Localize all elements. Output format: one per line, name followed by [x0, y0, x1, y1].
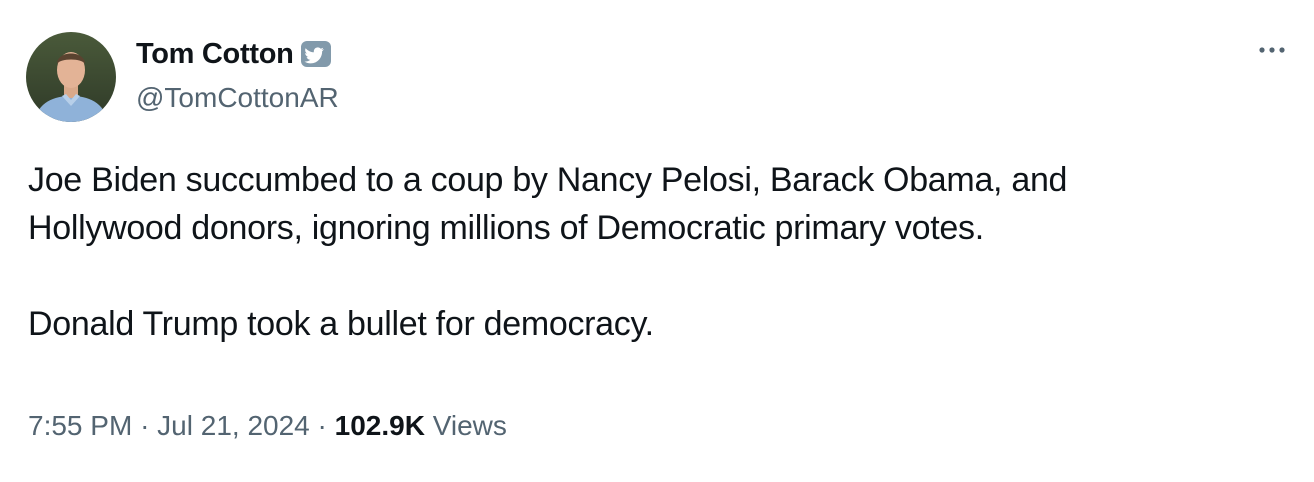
tweet-card: Tom Cotton @TomCottonAR Joe Biden succum… — [0, 0, 1314, 482]
tweet-date[interactable]: Jul 21, 2024 — [157, 410, 310, 441]
views-label[interactable]: Views — [433, 410, 507, 441]
tweet-paragraph-2: Donald Trump took a bullet for democracy… — [28, 305, 654, 343]
author-name-row: Tom Cotton — [136, 36, 332, 72]
tweet-meta: 7:55 PM · Jul 21, 2024 · 102.9K Views — [28, 406, 507, 446]
more-options-icon[interactable] — [1254, 36, 1290, 64]
meta-separator: · — [317, 410, 327, 441]
display-name[interactable]: Tom Cotton — [136, 36, 294, 72]
government-badge-icon[interactable] — [300, 39, 332, 69]
tweet-paragraph-1: Joe Biden succumbed to a coup by Nancy P… — [28, 161, 1068, 247]
avatar-image — [26, 32, 116, 122]
author-handle[interactable]: @TomCottonAR — [136, 80, 339, 116]
views-count[interactable]: 102.9K — [335, 410, 425, 441]
meta-separator: · — [140, 410, 150, 441]
tweet-text: Joe Biden succumbed to a coup by Nancy P… — [28, 156, 1288, 348]
tweet-time[interactable]: 7:55 PM — [28, 410, 132, 441]
avatar[interactable] — [26, 32, 116, 122]
